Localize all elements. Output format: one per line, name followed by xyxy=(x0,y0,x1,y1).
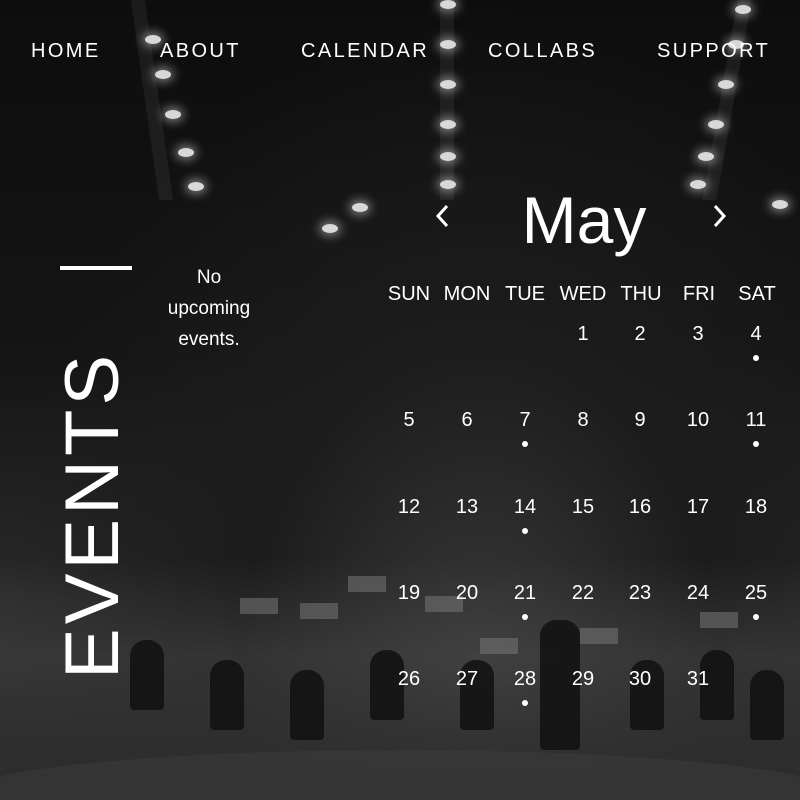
calendar-day-number: 27 xyxy=(455,668,479,690)
calendar-day-number: 15 xyxy=(571,496,595,518)
calendar-day[interactable]: 7 xyxy=(500,408,550,448)
calendar-day-number: 23 xyxy=(628,582,652,604)
calendar-day[interactable]: 21 xyxy=(500,581,550,621)
nav-collabs-link[interactable]: COLLABS xyxy=(488,40,597,63)
calendar-day-number: 3 xyxy=(692,323,704,345)
event-indicator-dot xyxy=(522,614,528,620)
calendar-day-number: 14 xyxy=(513,496,537,518)
calendar-day-number: 19 xyxy=(397,582,421,604)
calendar-day[interactable]: 4 xyxy=(731,322,781,362)
chevron-right-icon xyxy=(713,204,727,228)
event-indicator-dot xyxy=(753,355,759,361)
chevron-left-icon xyxy=(435,204,449,228)
calendar-day-number: 2 xyxy=(634,323,646,345)
calendar-day[interactable]: 16 xyxy=(615,495,665,535)
calendar-day-number: 31 xyxy=(686,668,710,690)
calendar-day[interactable]: 24 xyxy=(673,581,723,621)
calendar-day-number: 10 xyxy=(686,409,710,431)
calendar-day-number: 16 xyxy=(628,496,652,518)
calendar-day[interactable]: 17 xyxy=(673,495,723,535)
calendar-day[interactable]: 3 xyxy=(673,322,723,362)
weekday-label: TUE xyxy=(505,283,545,305)
calendar-month-title: May xyxy=(521,183,647,257)
calendar-day[interactable]: 13 xyxy=(442,495,492,535)
calendar-day[interactable]: 9 xyxy=(615,408,665,448)
calendar-day-number: 8 xyxy=(577,409,589,431)
calendar-day[interactable]: 8 xyxy=(558,408,608,448)
calendar-prev-button[interactable] xyxy=(430,199,456,233)
calendar-next-button[interactable] xyxy=(706,199,732,233)
weekday-label: THU xyxy=(620,283,662,305)
no-events-message: No upcoming events. xyxy=(167,267,251,350)
calendar-day-number: 13 xyxy=(455,496,479,518)
calendar-day[interactable]: 20 xyxy=(442,581,492,621)
calendar-day-number: 7 xyxy=(519,409,531,431)
nav-support-link[interactable]: SUPPORT xyxy=(657,40,770,63)
calendar-day[interactable]: 18 xyxy=(731,495,781,535)
calendar-day[interactable]: 14 xyxy=(500,495,550,535)
calendar-day[interactable]: 2 xyxy=(615,322,665,362)
event-indicator-dot xyxy=(753,441,759,447)
calendar-day-number: 1 xyxy=(577,323,589,345)
events-heading: EVENTS xyxy=(50,350,135,679)
calendar-day[interactable]: 19 xyxy=(384,581,434,621)
weekday-label: SAT xyxy=(738,283,776,305)
calendar-day[interactable]: 5 xyxy=(384,408,434,448)
weekday-label: MON xyxy=(443,283,491,305)
calendar-day-number: 25 xyxy=(744,582,768,604)
calendar-day-number: 30 xyxy=(628,668,652,690)
nav-about-link[interactable]: ABOUT xyxy=(160,40,241,63)
event-indicator-dot xyxy=(522,528,528,534)
calendar-day-number: 18 xyxy=(744,496,768,518)
nav-calendar-link[interactable]: CALENDAR xyxy=(301,40,429,63)
calendar-day[interactable]: 1 xyxy=(558,322,608,362)
calendar-day[interactable]: 26 xyxy=(384,667,434,707)
event-indicator-dot xyxy=(522,441,528,447)
calendar-day[interactable]: 10 xyxy=(673,408,723,448)
calendar-day-number: 5 xyxy=(403,409,415,431)
calendar-day-number: 9 xyxy=(634,409,646,431)
calendar-day-number: 26 xyxy=(397,668,421,690)
events-title-divider xyxy=(60,266,132,270)
calendar-day[interactable]: 30 xyxy=(615,667,665,707)
calendar-day[interactable]: 25 xyxy=(731,581,781,621)
calendar-day-number: 20 xyxy=(455,582,479,604)
calendar-day[interactable]: 22 xyxy=(558,581,608,621)
calendar-day-number: 17 xyxy=(686,496,710,518)
calendar-day-number: 29 xyxy=(571,668,595,690)
calendar-day[interactable]: 27 xyxy=(442,667,492,707)
calendar-day-number: 11 xyxy=(745,409,767,431)
calendar-day[interactable]: 29 xyxy=(558,667,608,707)
calendar-day-number: 24 xyxy=(686,582,710,604)
calendar-day[interactable]: 12 xyxy=(384,495,434,535)
calendar-day-number: 21 xyxy=(513,582,537,604)
calendar-day[interactable]: 23 xyxy=(615,581,665,621)
main-nav: HOME ABOUT CALENDAR COLLABS SUPPORT xyxy=(0,40,800,66)
calendar-day[interactable]: 15 xyxy=(558,495,608,535)
calendar-day-number: 6 xyxy=(461,409,473,431)
calendar-day[interactable]: 11 xyxy=(731,408,781,448)
calendar-day[interactable]: 6 xyxy=(442,408,492,448)
nav-home-link[interactable]: HOME xyxy=(31,40,101,63)
event-indicator-dot xyxy=(753,614,759,620)
weekday-label: FRI xyxy=(682,283,716,305)
event-indicator-dot xyxy=(522,700,528,706)
calendar-day-number: 4 xyxy=(750,323,762,345)
calendar-weekday-header: SUN MON TUE WED THU FRI SAT xyxy=(380,280,786,308)
weekday-label: SUN xyxy=(387,283,431,305)
calendar-day[interactable]: 31 xyxy=(673,667,723,707)
calendar-day[interactable]: 28 xyxy=(500,667,550,707)
weekday-label: WED xyxy=(559,283,607,305)
calendar-day-number: 12 xyxy=(397,496,421,518)
calendar-day-number: 22 xyxy=(571,582,595,604)
calendar-day-number: 28 xyxy=(513,668,537,690)
